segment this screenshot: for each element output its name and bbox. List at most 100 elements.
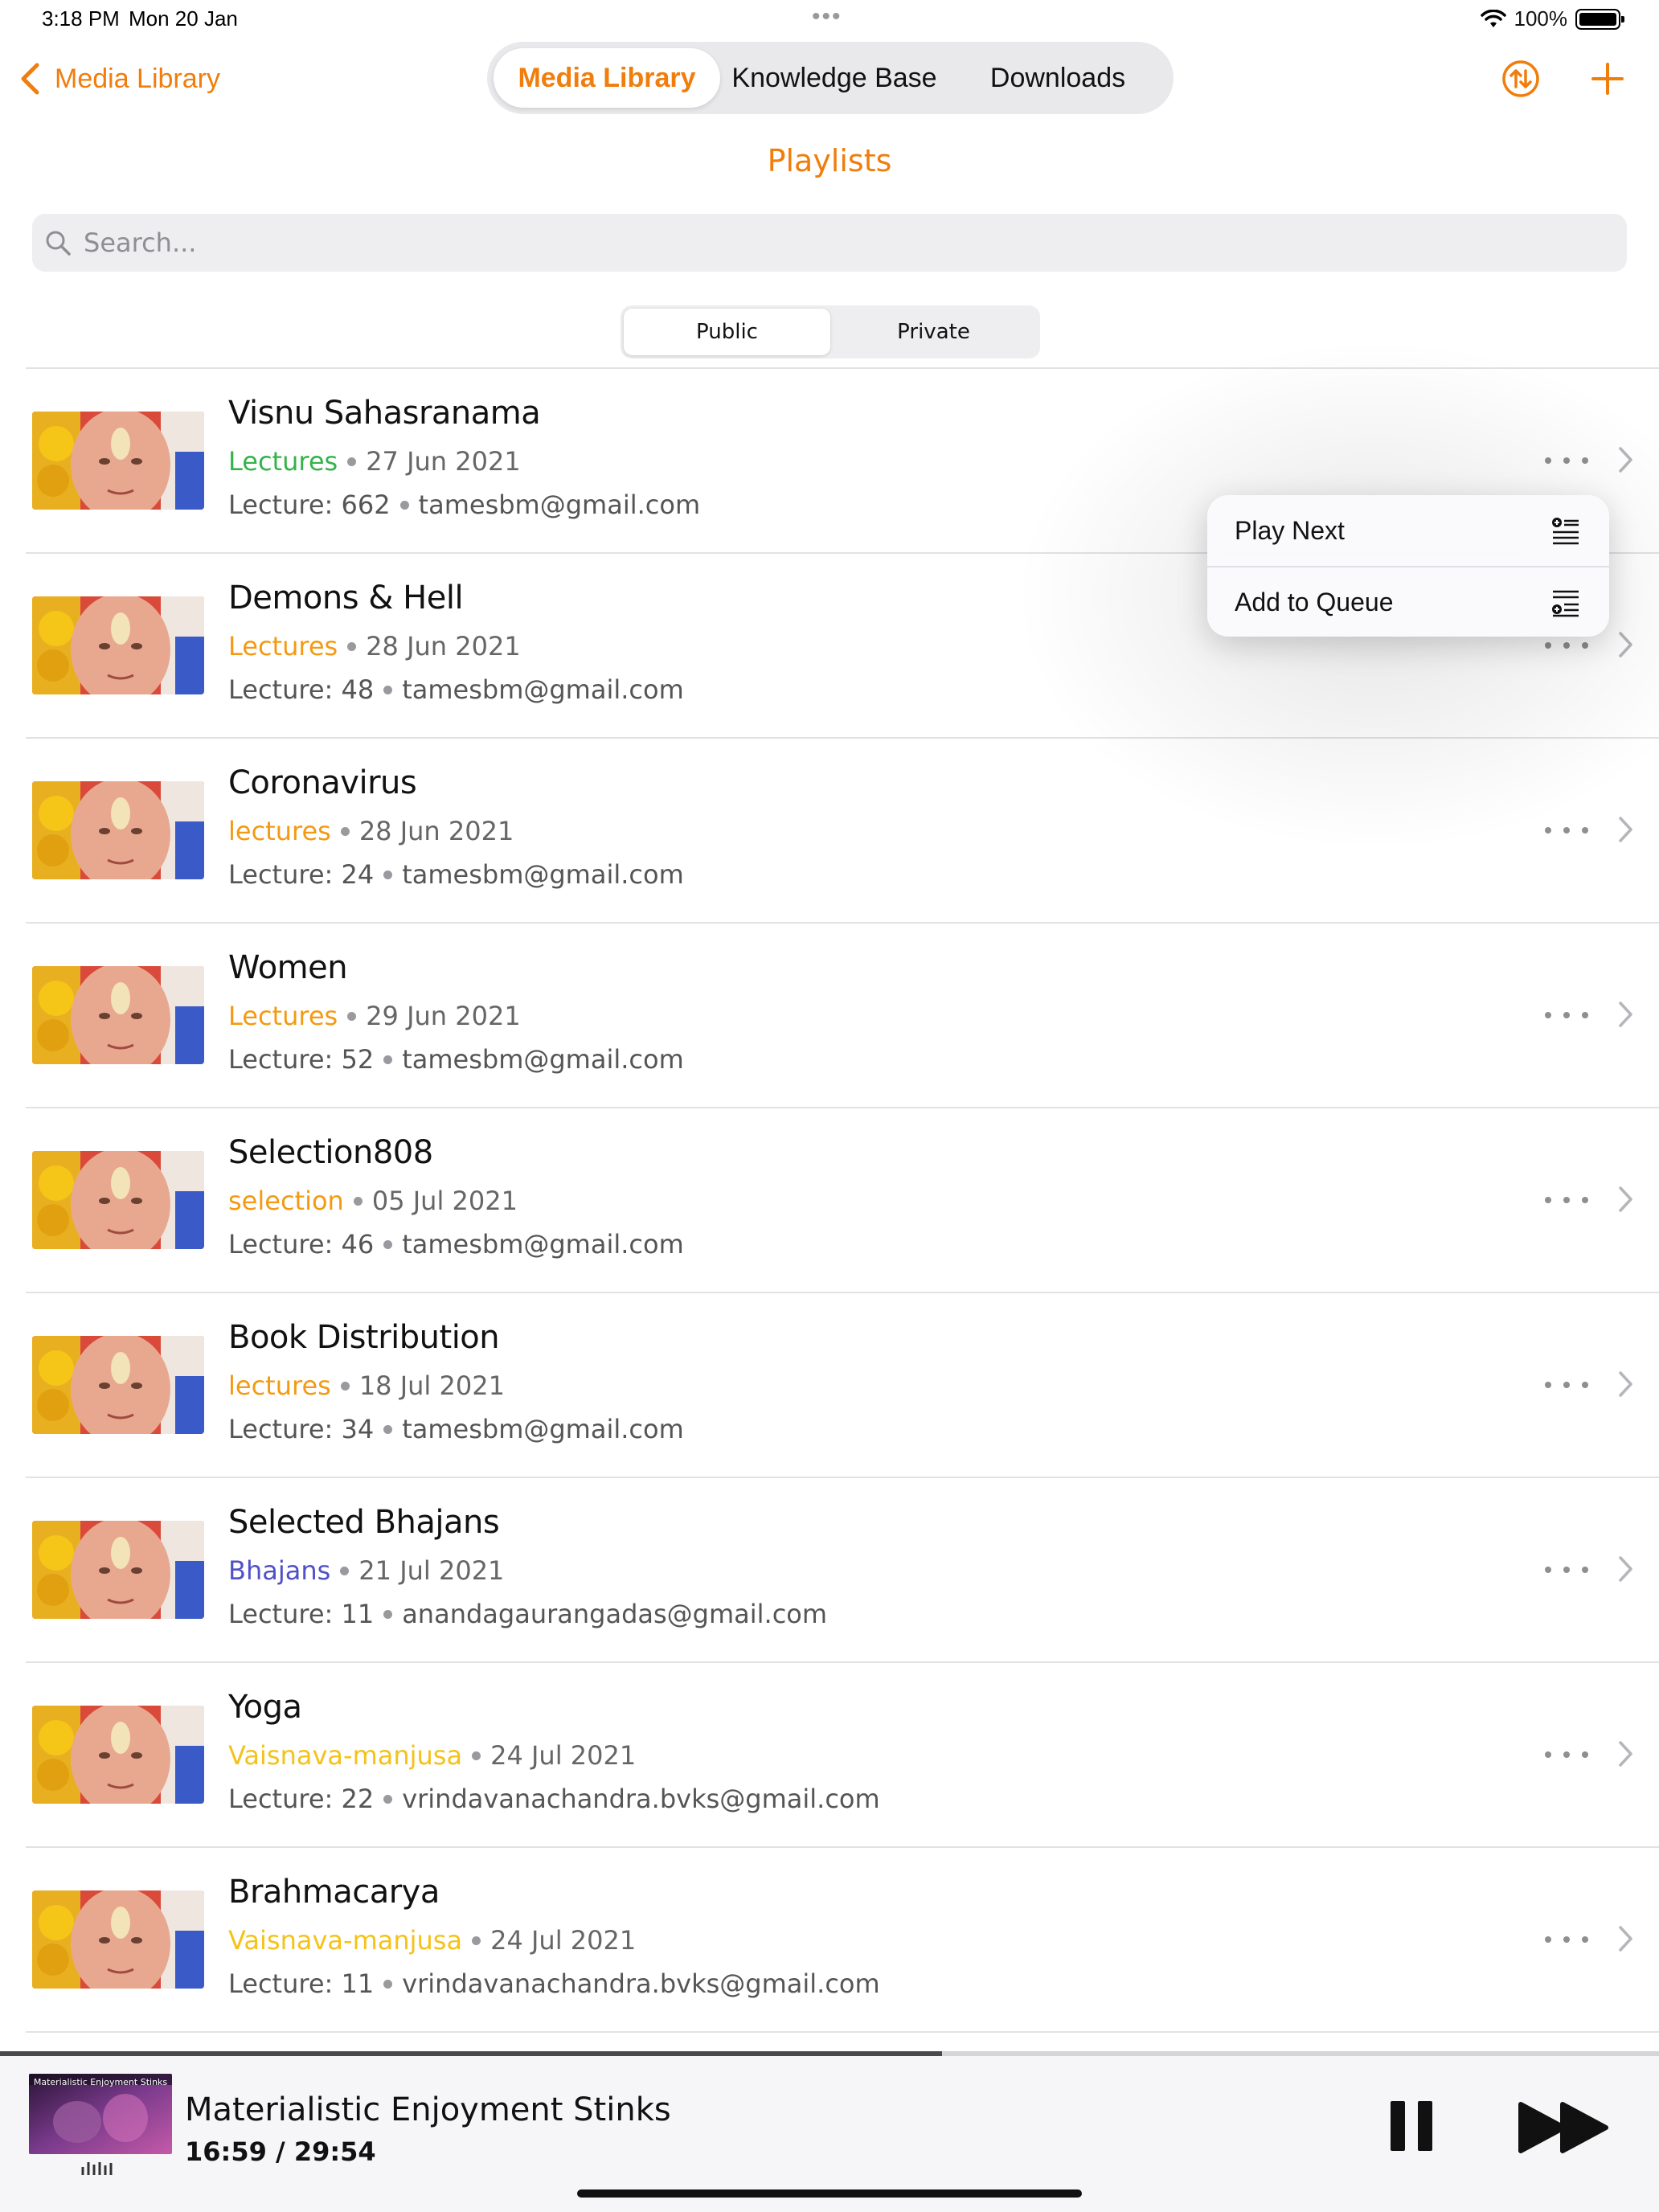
playlist-thumbnail [32,412,204,510]
playlist-thumbnail [32,596,204,694]
playlist-category: Lectures [228,631,338,662]
playlist-category: lectures [228,1370,331,1401]
playlist-row[interactable]: Brahmacarya Vaisnava-manjusa 24 Jul 2021 Le… [0,1848,1659,2033]
playlist-title: Coronavirus [228,764,417,801]
more-options-icon[interactable] [1545,446,1588,475]
playlist-thumbnail [32,966,204,1064]
battery-icon [1575,8,1624,30]
playlist-category: lectures [228,816,331,846]
playlist-date: 05 Jul 2021 [371,1186,518,1216]
separator-dot [383,1239,393,1249]
more-options-icon[interactable] [1545,1740,1588,1769]
playlist-email: tamesbm@gmail.com [402,1044,684,1075]
search-bar [32,214,1627,272]
playlist-lecture-count: Lecture: 52 [228,1044,375,1075]
separator-dot [347,641,357,651]
separator-dot [383,1979,393,1989]
more-options-icon[interactable] [1545,816,1588,845]
more-options-icon[interactable] [1545,1370,1588,1399]
separator-dot [383,1794,393,1804]
home-indicator[interactable] [577,2189,1082,2198]
playlist-category: selection [228,1186,344,1216]
back-button[interactable]: Media Library [19,58,220,100]
playlist-title: Demons & Hell [228,580,464,616]
separator-dot [340,1566,350,1575]
tab-public[interactable]: Public [624,309,830,355]
playlist-info: Lecture: 34 tamesbm@gmail.com [228,1414,684,1444]
playlist-email: tamesbm@gmail.com [402,674,684,705]
more-options-icon[interactable] [1545,1555,1588,1584]
more-options-icon[interactable] [1545,1925,1588,1954]
playlist-title: Visnu Sahasranama [228,395,541,432]
playlist-title: Yoga [228,1689,302,1726]
chevron-left-icon [21,63,39,95]
now-playing-time: 16:59 / 29:54 [185,2136,376,2167]
playlist-meta: lectures 18 Jul 2021 [228,1370,505,1401]
playlist-row[interactable]: Coronavirus lectures 28 Jun 2021 Lecture: 2… [0,739,1659,924]
menu-item-play-next[interactable]: Play Next [1207,495,1609,566]
menu-item-label: Add to Queue [1235,587,1394,616]
playlist-lecture-count: Lecture: 22 [228,1784,375,1814]
pause-icon[interactable] [1389,2099,1434,2153]
playlist-row[interactable]: Yoga Vaisnava-manjusa 24 Jul 2021 Lecture: … [0,1663,1659,1848]
playlist-category: Lectures [228,446,338,477]
separator-dot [383,1055,393,1064]
playlist-row[interactable]: Selection808 selection 05 Jul 2021 Lecture:… [0,1108,1659,1293]
visibility-toggle: Public Private [621,305,1040,358]
battery-percent: 100% [1514,6,1568,31]
playlist-date: 29 Jun 2021 [366,1001,521,1031]
playlist-row[interactable]: Women Lectures 29 Jun 2021 Lecture: 52 tames… [0,924,1659,1108]
playlist-date: 28 Jun 2021 [366,631,521,662]
playlist-info: Lecture: 48 tamesbm@gmail.com [228,674,684,705]
playlist-row[interactable]: Selected Bhajans Bhajans 21 Jul 2021 Lectur… [0,1478,1659,1663]
status-bar: 3:18 PM Mon 20 Jan ••• 100% [0,0,1659,40]
separator-dot [347,1011,357,1021]
playlist-date: 18 Jul 2021 [358,1370,505,1401]
playlist-info: Lecture: 22 vrindavanachandra.bvks@gmail.… [228,1784,880,1814]
playlist-email: tamesbm@gmail.com [402,1229,684,1260]
tab-downloads[interactable]: Downloads [948,48,1167,108]
tab-media-library[interactable]: Media Library [494,48,720,108]
chevron-right-icon [1619,447,1632,473]
separator-dot [340,1381,350,1391]
playlist-lecture-count: Lecture: 34 [228,1414,375,1444]
playlist-thumbnail [32,781,204,879]
playlist-meta: lectures 28 Jun 2021 [228,816,514,846]
playlist-row[interactable]: Book Distribution lectures 18 Jul 2021 Lect… [0,1293,1659,1478]
chevron-right-icon [1619,1741,1632,1767]
chevron-right-icon [1619,1926,1632,1952]
playlist-category: Lectures [228,1001,338,1031]
playlist-title: Women [228,949,348,986]
more-options-icon[interactable] [1545,1001,1588,1030]
search-icon [46,231,71,256]
separator-dot [383,1424,393,1434]
playlist-email: anandagaurangadas@gmail.com [402,1599,828,1629]
separator-dot [353,1196,363,1206]
playlist-title: Brahmacarya [228,1874,440,1911]
chevron-right-icon [1619,817,1632,842]
playlist-info: Lecture: 46 tamesbm@gmail.com [228,1229,684,1260]
sort-arrows-icon[interactable] [1500,58,1542,100]
menu-item-add-to-queue[interactable]: Add to Queue [1207,566,1609,637]
more-options-icon[interactable] [1545,1186,1588,1215]
page-title: Playlists [767,143,892,178]
playlist-thumbnail [32,1890,204,1989]
status-time: 3:18 PM [42,6,120,31]
tab-private[interactable]: Private [830,309,1037,355]
playlist-thumbnail [32,1521,204,1619]
playlist-date: 24 Jul 2021 [490,1740,637,1771]
tab-knowledge-base[interactable]: Knowledge Base [720,48,948,108]
playlist-category: Vaisnava-manjusa [228,1740,463,1771]
audio-bars-icon [81,2162,113,2175]
status-date: Mon 20 Jan [129,6,238,31]
search-input[interactable] [84,227,1611,258]
artwork-caption: Materialistic Enjoyment Stinks [33,2077,168,2087]
chevron-right-icon [1619,1002,1632,1027]
mini-player[interactable]: Materialistic Enjoyment Stinks Materiali… [0,2056,1659,2212]
back-label: Media Library [55,63,220,94]
playlist-info: Lecture: 52 tamesbm@gmail.com [228,1044,684,1075]
plus-icon[interactable] [1587,58,1628,100]
fast-forward-icon[interactable] [1518,2101,1611,2154]
menu-item-label: Play Next [1235,515,1345,545]
multitasking-dots-icon[interactable]: ••• [812,3,842,31]
